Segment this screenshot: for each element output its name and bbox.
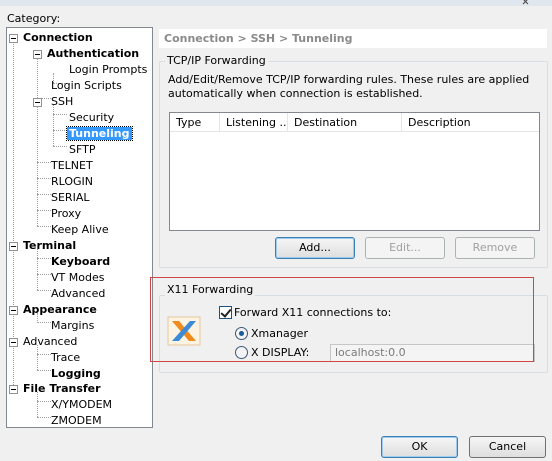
tree-guide: [37, 105, 38, 226]
column-header-destination[interactable]: Destination: [288, 113, 402, 132]
tree-item-serial[interactable]: SERIAL: [49, 190, 91, 206]
tree-item-label: Proxy: [51, 207, 82, 220]
tree-item-rlogin[interactable]: RLOGIN: [49, 174, 95, 190]
tree-guide: [53, 114, 67, 115]
tree-item-zmodem[interactable]: ZMODEM: [49, 413, 104, 429]
list-header: Type Listening ... Destination Descripti…: [170, 113, 539, 132]
page-title: Connection > SSH > Tunneling: [159, 29, 547, 48]
tree-item-label: Terminal: [23, 239, 77, 252]
collapse-toggle-icon[interactable]: [9, 338, 18, 347]
collapse-toggle-icon[interactable]: [9, 385, 18, 394]
tree-item-label: VT Modes: [51, 271, 105, 284]
tree-item-trace[interactable]: Trace: [49, 350, 82, 366]
category-label: Category:: [7, 12, 61, 25]
tree-item-label: Keyboard: [51, 255, 111, 268]
tree-item-label: Advanced: [51, 287, 106, 300]
tree-guide: [13, 42, 14, 387]
tree-item-ssh[interactable]: SSH: [49, 94, 75, 110]
tree-item-advanced[interactable]: Advanced: [21, 334, 79, 350]
collapse-toggle-icon[interactable]: [33, 50, 42, 59]
tree-item-logging[interactable]: Logging: [49, 366, 103, 382]
tree-item-label: Security: [69, 111, 115, 124]
tree-item-label: SSH: [51, 95, 74, 108]
tree-item-label: TELNET: [51, 159, 93, 172]
remove-button[interactable]: Remove: [455, 237, 535, 259]
tree-item-security[interactable]: Security: [67, 110, 116, 126]
collapse-toggle-icon[interactable]: [9, 34, 18, 43]
tree-item-appearance[interactable]: Appearance: [21, 302, 99, 318]
tree-item-label: ZMODEM: [51, 414, 102, 427]
tree-item-label: Trace: [51, 351, 81, 364]
tree-item-label: SERIAL: [51, 191, 90, 204]
add-button[interactable]: Add...: [275, 237, 355, 259]
tree-item-label: Authentication: [47, 47, 140, 60]
tree-item-sftp[interactable]: SFTP: [67, 142, 97, 158]
column-header-description[interactable]: Description: [402, 113, 540, 132]
category-tree[interactable]: Connection Authentication Login Prompts …: [6, 27, 153, 428]
tree-item-label: File Transfer: [23, 382, 101, 395]
tree-item-label: Appearance: [23, 303, 97, 316]
collapse-toggle-icon[interactable]: [9, 242, 18, 251]
tree-guide: [37, 249, 38, 290]
tree-item-label: Margins: [51, 319, 95, 332]
tree-item-label: Login Scripts: [51, 79, 122, 92]
window-top-strip: [0, 0, 552, 6]
tree-item-margins[interactable]: Margins: [49, 318, 96, 334]
highlight-box: [150, 277, 534, 362]
tree-item-file-transfer[interactable]: File Transfer: [21, 381, 103, 397]
tree-item-label: SFTP: [69, 143, 96, 156]
tree-item-connection[interactable]: Connection: [21, 30, 95, 46]
tree-item-xymodem[interactable]: X/YMODEM: [49, 397, 114, 413]
tree-item-label: Advanced: [23, 335, 78, 348]
tree-item-label: Keep Alive: [51, 223, 109, 236]
tree-item-terminal-advanced[interactable]: Advanced: [49, 286, 107, 302]
tree-item-label: Login Prompts: [69, 63, 148, 76]
tree-item-label: Connection: [23, 31, 93, 44]
edit-button[interactable]: Edit...: [365, 237, 445, 259]
tree-item-label: Logging: [51, 367, 101, 380]
tcpip-forwarding-legend: TCP/IP Forwarding: [165, 54, 268, 67]
tree-guide: [53, 105, 54, 146]
tree-guide: [53, 130, 67, 131]
tree-item-login-scripts[interactable]: Login Scripts: [49, 78, 124, 94]
tree-item-keep-alive[interactable]: Keep Alive: [49, 222, 111, 238]
collapse-toggle-icon[interactable]: [9, 306, 18, 315]
tree-item-login-prompts[interactable]: Login Prompts: [67, 62, 149, 78]
tree-guide: [53, 146, 67, 147]
tree-item-tunneling[interactable]: Tunneling: [66, 126, 133, 142]
ok-button[interactable]: OK: [381, 436, 458, 458]
collapse-toggle-icon[interactable]: [33, 98, 42, 107]
tcpip-description: Add/Edit/Remove TCP/IP forwarding rules.…: [168, 73, 530, 100]
tree-item-authentication[interactable]: Authentication: [45, 46, 141, 62]
tree-item-telnet[interactable]: TELNET: [49, 158, 95, 174]
column-header-listening[interactable]: Listening ...: [220, 113, 288, 132]
tree-item-label: X/YMODEM: [51, 398, 113, 411]
tree-item-terminal[interactable]: Terminal: [21, 238, 78, 254]
cancel-button[interactable]: Cancel: [469, 436, 546, 458]
column-header-type[interactable]: Type: [170, 113, 220, 132]
tree-item-vt-modes[interactable]: VT Modes: [49, 270, 106, 286]
tree-item-label: Tunneling: [66, 126, 133, 141]
tree-guide: [37, 57, 38, 98]
tree-item-label: RLOGIN: [51, 175, 94, 188]
forwarding-rules-list[interactable]: Type Listening ... Destination Descripti…: [169, 112, 540, 231]
tree-item-keyboard[interactable]: Keyboard: [49, 254, 112, 270]
tree-item-proxy[interactable]: Proxy: [49, 206, 83, 222]
close-icon[interactable]: [522, 0, 530, 4]
